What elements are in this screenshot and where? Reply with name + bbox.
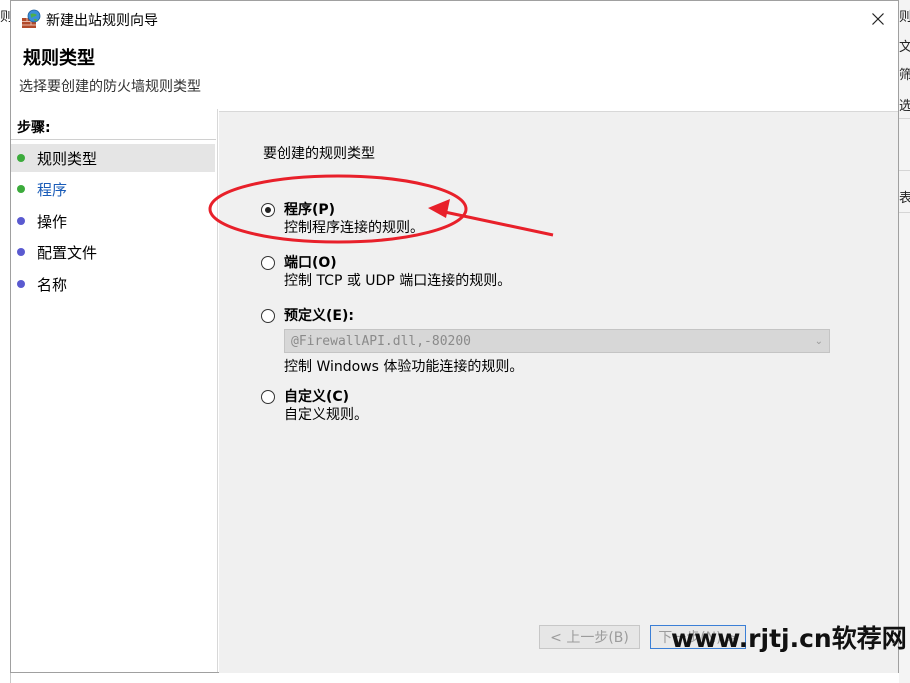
background-text: 选 (899, 99, 910, 114)
radio-program[interactable] (261, 203, 275, 217)
background-text: 文 (899, 40, 910, 55)
close-icon (872, 13, 884, 25)
step-label: 配置文件 (37, 243, 98, 262)
background-divider (899, 212, 910, 213)
step-label: 名称 (37, 275, 68, 294)
watermark: www.rjtj.cn软荐网 (671, 624, 907, 653)
new-outbound-rule-wizard: 新建出站规则向导 规则类型 选择要创建的防火墙规则类型 步骤: 规则类型 程序 … (10, 0, 899, 673)
steps-sidebar: 步骤: 规则类型 程序 操作 配置文件 名称 (11, 109, 218, 672)
radio-port[interactable] (261, 256, 275, 270)
option-description: 控制程序连接的规则。 (284, 220, 424, 236)
radio-predefined[interactable] (261, 309, 275, 323)
step-rule-type[interactable]: 规则类型 (11, 144, 215, 172)
window-title: 新建出站规则向导 (46, 13, 158, 29)
option-description: 控制 Windows 体验功能连接的规则。 (284, 359, 524, 375)
background-text: 筛 (899, 68, 910, 83)
option-label: 预定义(E): (284, 308, 354, 324)
title-bar[interactable]: 新建出站规则向导 (11, 1, 898, 37)
rule-type-prompt: 要创建的规则类型 (263, 146, 375, 162)
predefined-select-value: @FirewallAPI.dll,-80200 (291, 333, 472, 349)
content-panel: 要创建的规则类型 程序(P) 控制程序连接的规则。 端口(O) 控制 TCP 或… (219, 111, 898, 673)
firewall-icon (21, 9, 41, 29)
option-label: 端口(O) (284, 255, 337, 271)
step-label: 操作 (37, 212, 68, 231)
page-title: 规则类型 (23, 48, 95, 69)
step-pending-dot-icon (17, 280, 25, 288)
option-description: 控制 TCP 或 UDP 端口连接的规则。 (284, 273, 512, 289)
background-text: 则 (899, 10, 910, 25)
chevron-down-icon: ⌄ (814, 335, 823, 347)
step-pending-dot-icon (17, 217, 25, 225)
background-window-right: 则 文 筛 选 表 (899, 0, 910, 683)
steps-header: 步骤: (17, 120, 51, 136)
option-custom[interactable]: 自定义(C) 自定义规则。 (261, 388, 368, 425)
step-complete-dot-icon (17, 185, 25, 193)
background-divider (899, 170, 910, 171)
option-label: 程序(P) (284, 202, 336, 218)
wizard-body: 步骤: 规则类型 程序 操作 配置文件 名称 要创建的规则类型 程序(P) 控制… (11, 109, 898, 673)
step-profile[interactable]: 配置文件 (11, 238, 215, 266)
option-port[interactable]: 端口(O) 控制 TCP 或 UDP 端口连接的规则。 (261, 254, 511, 291)
steps-divider (11, 139, 216, 140)
background-text: 表 (899, 191, 910, 206)
close-button[interactable] (858, 1, 898, 37)
step-name[interactable]: 名称 (11, 270, 215, 298)
step-program[interactable]: 程序 (11, 175, 215, 203)
step-action[interactable]: 操作 (11, 207, 215, 235)
predefined-rule-select[interactable]: @FirewallAPI.dll,-80200 ⌄ (284, 329, 830, 353)
option-program[interactable]: 程序(P) 控制程序连接的规则。 (261, 201, 424, 238)
background-divider (899, 118, 910, 119)
step-label: 程序 (37, 180, 68, 199)
back-button[interactable]: < 上一步(B) (539, 625, 640, 649)
step-label: 规则类型 (37, 149, 98, 168)
option-predefined[interactable]: 预定义(E): (261, 307, 354, 325)
radio-custom[interactable] (261, 390, 275, 404)
step-pending-dot-icon (17, 248, 25, 256)
step-complete-dot-icon (17, 154, 25, 162)
page-subtitle: 选择要创建的防火墙规则类型 (19, 79, 201, 95)
option-description: 自定义规则。 (284, 407, 368, 423)
option-label: 自定义(C) (284, 389, 350, 405)
